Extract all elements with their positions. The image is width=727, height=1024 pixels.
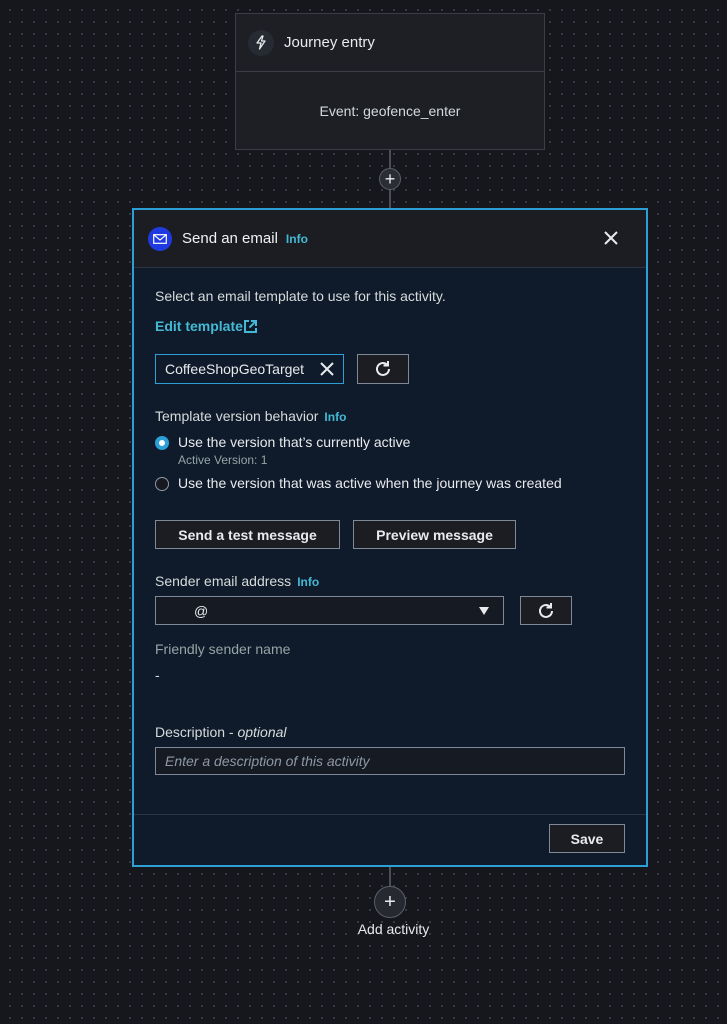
radio-label: Use the version that was active when the… <box>178 475 562 491</box>
sender-email-value: @ <box>194 602 209 619</box>
save-button[interactable]: Save <box>549 824 625 853</box>
refresh-icon <box>376 361 390 376</box>
mail-icon <box>148 226 172 251</box>
template-token-label: CoffeeShopGeoTarget <box>165 361 305 377</box>
description-label: Description - optional <box>155 724 625 740</box>
add-activity-label[interactable]: Add activity <box>340 921 447 937</box>
lightning-icon <box>248 29 274 56</box>
add-step-button[interactable]: + <box>379 168 401 190</box>
optional-text: optional <box>237 724 287 740</box>
version-radio-group: Use the version that’s currently active … <box>155 434 625 491</box>
version-behavior-text: Template version behavior <box>155 408 319 424</box>
radio-selected[interactable] <box>155 436 169 450</box>
connector-line <box>389 867 391 887</box>
description-text: Description - <box>155 724 238 740</box>
panel-footer: Save <box>134 814 646 865</box>
journey-entry-card[interactable]: Journey entry Event: geofence_enter <box>235 13 545 150</box>
refresh-senders-button[interactable] <box>520 596 572 625</box>
radio-label: Use the version that’s currently active <box>178 434 411 450</box>
close-icon[interactable] <box>602 229 620 247</box>
template-token: CoffeeShopGeoTarget <box>155 354 344 384</box>
sender-email-select[interactable]: @ <box>155 596 504 625</box>
active-version-text: Active Version: 1 <box>178 453 268 467</box>
info-link[interactable]: Info <box>286 232 308 246</box>
radio-unselected[interactable] <box>155 477 169 491</box>
panel-header: Send an email Info <box>134 210 646 268</box>
friendly-sender-label: Friendly sender name <box>155 641 291 657</box>
external-link-icon <box>243 319 257 333</box>
version-behavior-label: Template version behavior Info <box>155 408 625 424</box>
journey-entry-event: Event: geofence_enter <box>319 103 461 119</box>
preview-message-button[interactable]: Preview message <box>353 520 516 549</box>
remove-template-icon[interactable] <box>319 361 335 377</box>
add-activity-button[interactable]: + <box>374 886 406 918</box>
refresh-icon <box>539 602 553 618</box>
sender-info-link[interactable]: Info <box>297 575 319 589</box>
send-email-panel: Send an email Info Select an email templ… <box>132 208 648 867</box>
panel-intro: Select an email template to use for this… <box>155 288 446 304</box>
friendly-sender-value: - <box>155 667 160 683</box>
radio-option-current-active[interactable]: Use the version that’s currently active <box>155 434 625 450</box>
refresh-templates-button[interactable] <box>357 354 409 384</box>
edit-template-label: Edit template <box>155 318 243 334</box>
description-input[interactable] <box>155 747 625 775</box>
radio-option-created-version[interactable]: Use the version that was active when the… <box>155 475 625 491</box>
version-info-link[interactable]: Info <box>324 410 346 424</box>
sender-email-label: Sender email address Info <box>155 573 625 589</box>
journey-entry-title: Journey entry <box>284 34 375 51</box>
send-test-message-button[interactable]: Send a test message <box>155 520 340 549</box>
sender-email-text: Sender email address <box>155 573 292 589</box>
journey-entry-header: Journey entry <box>236 14 544 72</box>
edit-template-link[interactable]: Edit template <box>155 318 258 334</box>
caret-down-icon <box>479 607 489 615</box>
panel-title: Send an email <box>182 230 278 247</box>
